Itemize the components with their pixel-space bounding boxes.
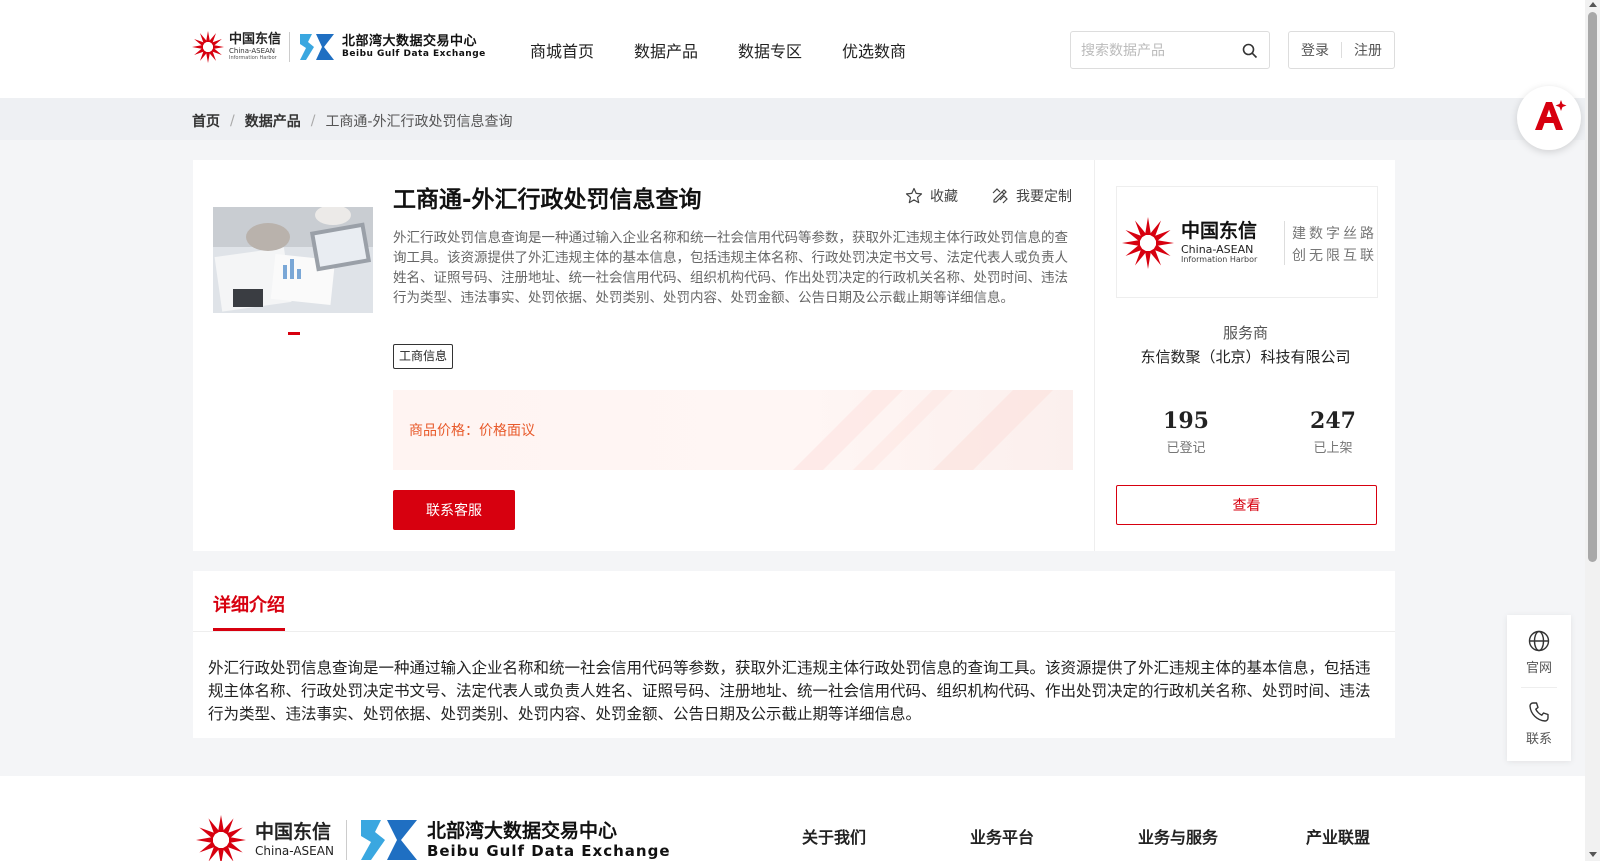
website-label: 官网 [1525,661,1552,676]
globe-icon [1528,630,1550,652]
side-divider [1521,687,1557,688]
price-value: 价格面议 [479,423,535,439]
footer-logo-bg-cn: 北部湾大数据交易中心 [426,819,617,842]
listed-count: 247 [1310,408,1356,434]
footer: 中国东信 China-ASEAN 北部湾大数据交易中心 Beibu Gulf D… [0,776,1600,861]
footer-links: 关于我们 业务平台 业务与服务 产业联盟 [802,824,1370,848]
footer-link-about[interactable]: 关于我们 [802,824,866,848]
china-asean-logo-icon [196,815,246,861]
price-box-decoration [793,390,1053,470]
footer-link-services[interactable]: 业务与服务 [1138,824,1218,848]
contact-service-button[interactable]: 联系客服 [393,490,515,530]
vendor-logo[interactable]: 中国东信 China-ASEAN Information Harbor 建数字丝… [1116,186,1378,298]
auth-box: 登录 注册 [1288,31,1395,69]
top-header: 中国东信 China-ASEAN Information Harbor 北部湾大… [0,0,1600,98]
nav-preferred-vendors[interactable]: 优选数商 [842,38,906,62]
vendor-logo-divider [1284,221,1285,265]
beibu-gulf-logo-icon [298,32,336,62]
logo-ct-en-sub: Information Harbor [229,55,277,61]
nav-data-zone[interactable]: 数据专区 [738,38,802,62]
footer-link-platform[interactable]: 业务平台 [970,824,1034,848]
customize-label: 我要定制 [1016,189,1072,205]
vendor-name: 东信数聚（北京）科技有限公司 [1140,348,1351,366]
main-nav: 商城首页 数据产品 数据专区 优选数商 [530,38,946,62]
favorite-label: 收藏 [930,189,958,205]
product-title: 工商通-外汇行政处罚信息查询 [393,187,702,213]
price-text: 商品价格：价格面议 [409,420,535,440]
detail-text: 外汇行政处罚信息查询是一种通过输入企业名称和统一社会信用代码等参数，获取外汇违规… [208,659,1371,723]
product-card: 工商通-外汇行政处罚信息查询 收藏 我要定制 外汇行政处罚信息查询是一种通过输入… [193,160,1395,551]
price-label: 商品价格： [409,423,479,439]
category-tag[interactable]: 工商信息 [393,344,454,369]
ai-assistant-icon [1535,100,1567,130]
phone-icon [1529,702,1549,722]
vendor-slogan: 建数字丝路 创无限互联 [1292,223,1377,267]
vendor-slogan-line2: 创无限互联 [1292,248,1377,264]
login-button[interactable]: 登录 [1301,40,1329,60]
search-input[interactable] [1071,32,1231,68]
nav-mall-home[interactable]: 商城首页 [530,38,594,62]
breadcrumb: 首页 / 数据产品 / 工商通-外汇行政处罚信息查询 [0,98,1600,140]
tab-divider [193,631,1395,632]
china-asean-logo-icon [191,30,225,64]
beibu-gulf-logo-icon [360,820,417,860]
search-box [1070,31,1270,69]
breadcrumb-current: 工商通-外汇行政处罚信息查询 [325,114,513,130]
logo-ct-cn: 中国东信 [229,32,282,47]
star-icon [905,187,923,204]
scroll-up-arrow-icon[interactable] [1589,2,1597,7]
listed-label: 已上架 [1313,441,1353,456]
product-info: 工商通-外汇行政处罚信息查询 收藏 我要定制 外汇行政处罚信息查询是一种通过输入… [193,160,1093,551]
contact-label: 联系 [1525,732,1552,747]
scroll-down-arrow-icon[interactable] [1589,852,1597,857]
vendor-logo-cn: 中国东信 [1181,220,1258,242]
auth-divider [1341,42,1342,58]
china-asean-logo-icon [1120,215,1176,271]
breadcrumb-section[interactable]: 数据产品 [245,111,301,131]
site-logo[interactable]: 中国东信 China-ASEAN Information Harbor 北部湾大… [191,30,486,64]
logo-ct-en: China-ASEAN [229,47,276,55]
vendor-panel: 中国东信 China-ASEAN Information Harbor 建数字丝… [1094,160,1395,551]
vendor-logo-en: China-ASEAN [1181,243,1254,256]
tab-detail[interactable]: 详细介绍 [213,591,285,617]
product-image [213,207,373,313]
breadcrumb-separator: / [310,113,316,129]
listed-stat: 247 已上架 [1273,408,1393,456]
registered-stat: 195 已登记 [1126,408,1246,456]
customize-button[interactable]: 我要定制 [991,186,1072,206]
detail-section: 详细介绍 外汇行政处罚信息查询是一种通过输入企业名称和统一社会信用代码等参数，获… [193,571,1395,738]
footer-logo-divider [345,820,347,860]
customize-icon [992,188,1008,204]
breadcrumb-separator: / [230,113,235,129]
favorite-button[interactable]: 收藏 [905,186,958,206]
vendor-label: 服务商 [1222,324,1268,342]
contact-button[interactable]: 联系 [1507,700,1571,747]
website-button[interactable]: 官网 [1507,629,1571,676]
page-scrollbar[interactable] [1585,0,1600,861]
side-toolbar: 官网 联系 [1507,615,1571,761]
ai-assistant-button[interactable] [1517,86,1581,150]
footer-logo[interactable]: 中国东信 China-ASEAN 北部湾大数据交易中心 Beibu Gulf D… [193,814,671,861]
register-button[interactable]: 注册 [1354,40,1382,60]
logo-bg-en: Beibu Gulf Data Exchange [342,49,486,59]
vendor-slogan-line1: 建数字丝路 [1292,226,1377,242]
footer-link-alliance[interactable]: 产业联盟 [1306,824,1370,848]
product-description: 外汇行政处罚信息查询是一种通过输入企业名称和统一社会信用代码等参数，获取外汇违规… [393,230,1068,306]
breadcrumb-home[interactable]: 首页 [192,111,220,131]
logo-divider [289,32,291,62]
price-box: 商品价格：价格面议 [393,390,1073,470]
view-vendor-button[interactable]: 查看 [1116,485,1377,525]
scroll-thumb[interactable] [1588,12,1597,562]
logo-bg-cn: 北部湾大数据交易中心 [342,34,478,49]
footer-logo-bg-en: Beibu Gulf Data Exchange [426,841,671,860]
nav-data-products[interactable]: 数据产品 [634,38,698,62]
vendor-logo-en-sub: Information Harbor [1181,255,1258,264]
footer-logo-ct-en: China-ASEAN [255,844,334,858]
registered-count: 195 [1163,408,1209,434]
search-icon[interactable] [1241,42,1259,60]
registered-label: 已登记 [1166,441,1206,456]
carousel-indicator[interactable] [288,332,300,335]
footer-logo-ct-cn: 中国东信 [255,821,332,843]
